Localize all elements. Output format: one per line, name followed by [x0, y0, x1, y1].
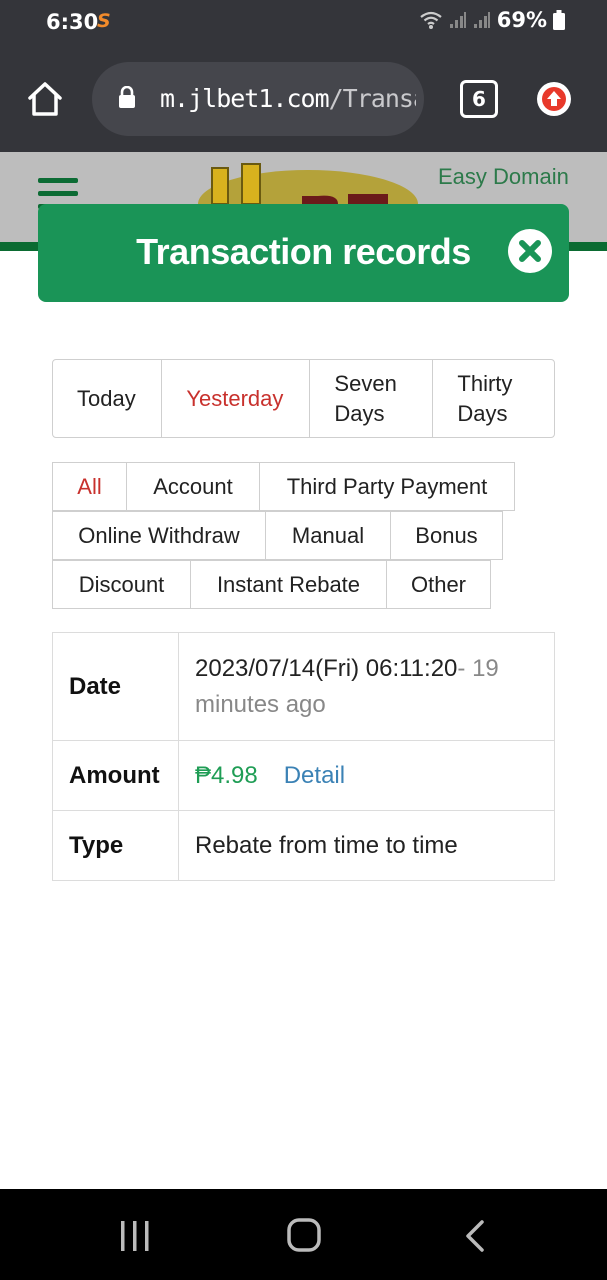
tab-thirty-days[interactable]: Thirty Days — [433, 360, 554, 437]
filter-discount[interactable]: Discount — [52, 560, 191, 609]
app-notification-icon: S — [97, 10, 111, 32]
filter-account[interactable]: Account — [126, 462, 260, 511]
amount-value: ₱4.98 — [195, 761, 258, 789]
browser-chrome: 6:30 S 69% m.jlbet1.com/Trans 6 — [0, 0, 607, 152]
period-tabs: Today Yesterday Seven Days Thirty Days — [52, 359, 555, 438]
filter-bonus[interactable]: Bonus — [390, 511, 503, 560]
url-text: m.jlbet1.com/Transac — [160, 84, 416, 113]
table-row: Amount ₱4.98 Detail — [52, 740, 555, 811]
signal-icon-1 — [449, 12, 466, 28]
transaction-record-table: Date 2023/07/14(Fri) 06:11:20- 19 minute… — [52, 632, 555, 881]
url-host: m.jlbet1.com — [160, 84, 330, 113]
date-time: 2023/07/14(Fri) 06:11:20 — [195, 654, 458, 682]
type-value: Rebate from time to time — [178, 810, 555, 881]
table-row: Type Rebate from time to time — [52, 810, 555, 881]
status-indicators: 69% — [419, 8, 565, 32]
filter-other[interactable]: Other — [386, 560, 491, 609]
battery-level: 69% — [496, 8, 547, 32]
filter-all[interactable]: All — [52, 462, 127, 511]
amount-label: Amount — [52, 740, 179, 811]
amount-cell: ₱4.98 Detail — [178, 740, 555, 811]
modal-title: Transaction records — [136, 231, 471, 272]
home-icon[interactable] — [26, 80, 64, 118]
lock-icon — [119, 86, 135, 108]
site-logo — [198, 163, 418, 204]
signal-icon-2 — [473, 12, 490, 28]
detail-link[interactable]: Detail — [284, 762, 345, 789]
wifi-icon — [420, 11, 442, 29]
close-button[interactable] — [508, 229, 552, 273]
filter-instant-rebate[interactable]: Instant Rebate — [190, 560, 387, 609]
filter-third-party-payment[interactable]: Third Party Payment — [259, 462, 515, 511]
table-row: Date 2023/07/14(Fri) 06:11:20- 19 minute… — [52, 632, 555, 741]
tab-switcher-button[interactable]: 6 — [460, 80, 498, 118]
tab-today[interactable]: Today — [53, 360, 163, 437]
type-label: Type — [52, 810, 179, 881]
update-button[interactable] — [537, 82, 571, 116]
status-time: 6:30 — [46, 10, 99, 34]
modal-header: Transaction records — [38, 204, 569, 302]
filter-online-withdraw[interactable]: Online Withdraw — [52, 511, 266, 560]
tab-yesterday[interactable]: Yesterday — [162, 360, 311, 437]
back-icon[interactable] — [462, 1219, 488, 1253]
battery-icon — [553, 10, 565, 30]
address-bar[interactable]: m.jlbet1.com/Transac — [92, 62, 424, 136]
tab-seven-days[interactable]: Seven Days — [310, 360, 434, 437]
arrow-up-icon — [542, 87, 566, 111]
url-path: /Transac — [328, 84, 416, 113]
recent-apps-icon[interactable] — [118, 1219, 152, 1253]
filter-manual[interactable]: Manual — [265, 511, 391, 560]
date-value: 2023/07/14(Fri) 06:11:20- 19 minutes ago — [178, 632, 555, 741]
home-nav-icon[interactable] — [286, 1217, 322, 1253]
date-label: Date — [52, 632, 179, 741]
easy-domain-link[interactable]: Easy Domain — [438, 164, 569, 190]
close-icon — [519, 240, 541, 262]
system-nav-bar — [0, 1189, 607, 1280]
